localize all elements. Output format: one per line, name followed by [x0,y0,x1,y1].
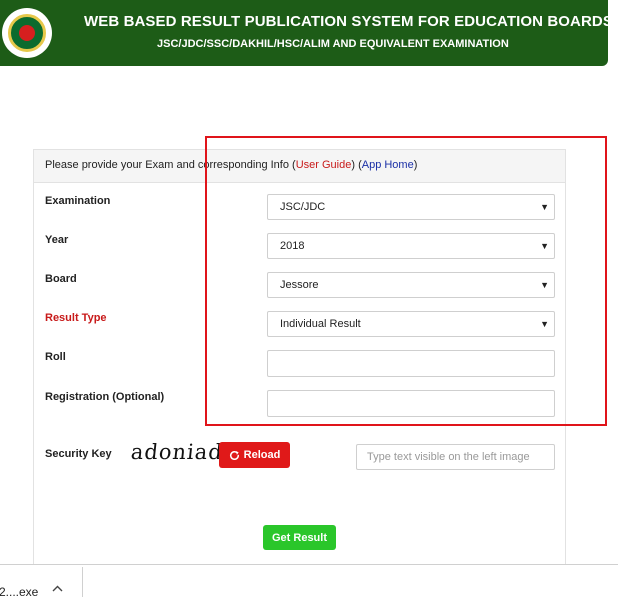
header-title: WEB BASED RESULT PUBLICATION SYSTEM FOR … [84,13,613,30]
panel-intro-text: Please provide your Exam and correspondi… [45,159,296,171]
board-select[interactable]: Jessore ▼ [267,272,555,298]
app-home-link[interactable]: App Home [362,159,414,171]
dropdown-caret-icon: ▼ [540,280,549,290]
result-type-select[interactable]: Individual Result ▼ [267,311,555,337]
site-header: WEB BASED RESULT PUBLICATION SYSTEM FOR … [0,0,613,66]
download-bar-divider [82,567,83,597]
dropdown-caret-icon: ▼ [540,319,549,329]
board-label: Board [45,273,77,285]
roll-label: Roll [45,351,66,363]
user-guide-link[interactable]: User Guide [296,159,352,171]
reload-button[interactable]: Reload [219,442,290,468]
chevron-up-icon[interactable] [52,581,63,595]
download-file-name[interactable]: 2....exe [0,585,38,599]
result-type-label: Result Type [45,312,107,324]
registration-label: Registration (Optional) [45,391,165,403]
government-seal-icon [2,8,52,58]
security-key-label: Security Key [45,448,112,460]
dropdown-caret-icon: ▼ [540,241,549,251]
examination-label: Examination [45,195,111,207]
header-subtitle: JSC/JDC/SSC/DAKHIL/HSC/ALIM AND EQUIVALE… [157,38,509,50]
roll-input[interactable] [267,350,555,377]
panel-heading: Please provide your Exam and correspondi… [34,150,565,183]
refresh-icon [229,450,239,460]
year-select[interactable]: 2018 ▼ [267,233,555,259]
year-label: Year [45,234,69,246]
examination-select[interactable]: JSC/JDC ▼ [267,194,555,220]
get-result-button[interactable]: Get Result [263,525,336,550]
download-bar: 2....exe [0,564,618,599]
dropdown-caret-icon: ▼ [540,202,549,212]
security-key-input[interactable] [356,444,555,470]
captcha-image: adoniad [129,440,225,464]
registration-input[interactable] [267,390,555,417]
